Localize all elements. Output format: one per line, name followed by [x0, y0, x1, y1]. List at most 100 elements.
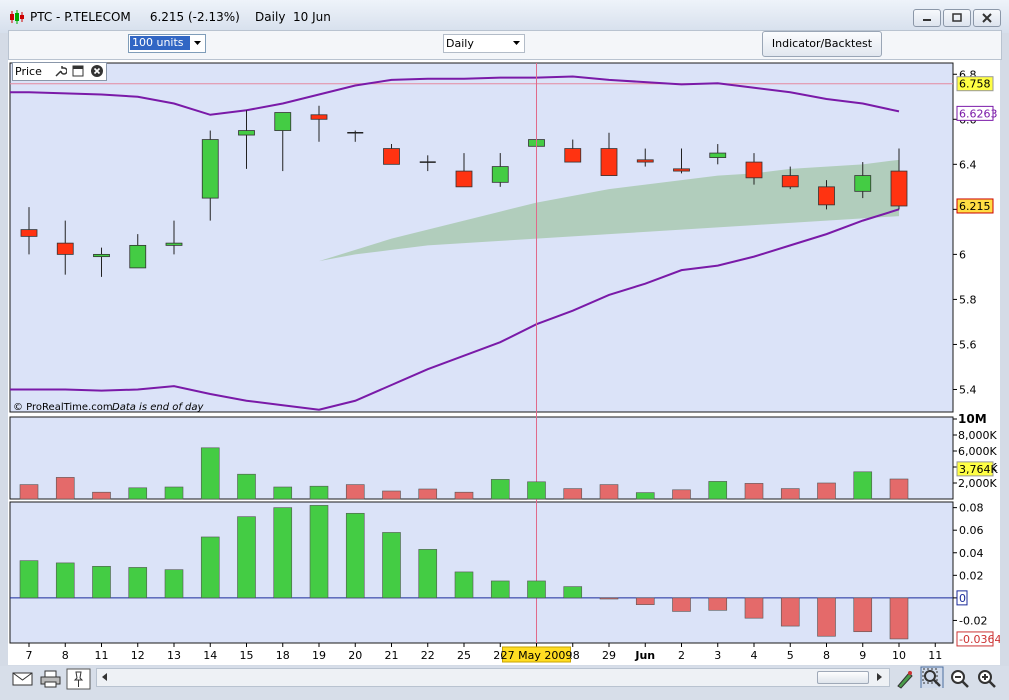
- candle-down: [310, 114, 328, 120]
- oscillator-bar: [672, 597, 691, 612]
- volume-bar: [635, 492, 655, 500]
- price-panel-label: Price: [15, 65, 42, 78]
- candle-up: [238, 130, 255, 136]
- candle-up: [854, 175, 872, 192]
- copyright-label: © ProRealTime.com: [13, 402, 113, 413]
- scroll-thumb[interactable]: [817, 671, 869, 684]
- osc-tick-label: 0.02: [959, 569, 984, 582]
- price-badge-ma: 6.6263: [959, 107, 998, 120]
- volume-bar: [128, 487, 148, 500]
- units-select[interactable]: 100 units: [128, 34, 206, 53]
- volume-bar: [55, 477, 75, 500]
- oscillator-bar: [635, 597, 655, 605]
- candle-down: [600, 148, 618, 176]
- price-tick-label: 5.8: [959, 293, 977, 306]
- oscillator-bar: [563, 586, 583, 599]
- maximize-button[interactable]: [943, 9, 971, 27]
- oscillator-bar: [128, 567, 148, 599]
- wrench-icon[interactable]: [53, 64, 67, 78]
- candle-down: [56, 242, 74, 255]
- candle-down: [781, 175, 799, 188]
- chart-area[interactable]: 6.86.66.46.265.85.65.46.7586.62636.21510…: [8, 60, 1000, 665]
- volume-tick-label: 2,000K: [958, 477, 997, 490]
- close-window-button[interactable]: [973, 9, 1001, 27]
- price-panel-tab[interactable]: Price: [12, 62, 107, 81]
- volume-bar: [780, 488, 800, 500]
- oscillator-bar: [200, 536, 220, 599]
- period-select[interactable]: Daily: [443, 34, 525, 53]
- x-tick-label: 8: [62, 649, 69, 662]
- oscillator-bar: [418, 549, 438, 599]
- cursor-date-label: 27 May 2009: [501, 649, 573, 662]
- oscillator-bar: [780, 597, 800, 627]
- close-icon[interactable]: [90, 64, 104, 78]
- chart-canvas[interactable]: 6.86.66.46.265.85.65.46.7586.62636.21510…: [8, 60, 1000, 665]
- oscillator-bar: [309, 505, 329, 599]
- zoom-select-icon[interactable]: [920, 666, 946, 688]
- candle-down: [383, 148, 400, 165]
- minimize-icon: [923, 19, 931, 21]
- minimize-button[interactable]: [913, 9, 941, 27]
- chevron-down-icon: [513, 41, 520, 45]
- volume-bar: [817, 482, 836, 500]
- draw-icon[interactable]: [894, 668, 920, 690]
- volume-bar: [273, 486, 293, 500]
- volume-tick-label: 10M: [958, 412, 987, 426]
- volume-badge-last: 3,764K: [959, 463, 998, 476]
- units-value: 100 units: [130, 36, 190, 50]
- volume-bar: [744, 483, 764, 500]
- time-scrollbar[interactable]: [96, 668, 890, 687]
- candle-down: [564, 148, 582, 163]
- oscillator-bar: [55, 562, 75, 599]
- x-tick-label: 10: [892, 649, 906, 662]
- chevron-down-icon: [194, 41, 201, 45]
- indicator-backtest-button[interactable]: Indicator/Backtest: [762, 31, 882, 57]
- x-tick-label: 21: [385, 649, 399, 662]
- x-tick-label: 7: [26, 649, 33, 662]
- oscillator-bar: [490, 580, 510, 599]
- pin-icon[interactable]: [66, 668, 92, 690]
- close-icon: [982, 13, 992, 23]
- candle-up: [93, 253, 110, 258]
- oscillator-bar: [527, 580, 546, 599]
- x-tick-label: 18: [276, 649, 290, 662]
- scroll-right-icon[interactable]: [873, 671, 885, 683]
- osc-tick-label: 0.08: [959, 502, 984, 515]
- oscillator-bar: [345, 512, 365, 599]
- candle-up: [274, 112, 292, 131]
- print-icon[interactable]: [38, 669, 64, 691]
- volume-bar: [708, 481, 728, 500]
- x-tick-label: 15: [240, 649, 254, 662]
- x-tick-label: 25: [457, 649, 471, 662]
- oscillator-bar: [237, 516, 256, 599]
- data-note-label: Data is end of day: [112, 402, 205, 413]
- candlestick-app-icon: [10, 10, 24, 24]
- oscillator-bar: [889, 597, 909, 640]
- window-icon[interactable]: [71, 64, 85, 78]
- mail-icon[interactable]: [10, 669, 36, 691]
- zoom-in-icon[interactable]: [976, 668, 1002, 690]
- price-tick-label: 6.4: [959, 158, 977, 171]
- candle-down: [636, 159, 654, 163]
- zoom-out-icon[interactable]: [949, 668, 975, 690]
- candle-up: [709, 152, 727, 158]
- candle-up: [491, 166, 509, 183]
- volume-bar: [237, 473, 256, 500]
- price-badge-last: 6.215: [959, 200, 991, 213]
- volume-tick-label: 6,000K: [958, 445, 997, 458]
- oscillator-bar: [454, 571, 474, 599]
- x-tick-label: 14: [203, 649, 217, 662]
- x-tick-label: 11: [95, 649, 109, 662]
- oscillator-bar: [599, 597, 619, 600]
- scroll-left-icon[interactable]: [99, 671, 111, 683]
- volume-bar: [382, 490, 401, 500]
- x-tick-label: 2: [678, 649, 685, 662]
- price-tick-label: 5.6: [959, 338, 977, 351]
- volume-bar: [490, 479, 510, 500]
- x-tick-label: 13: [167, 649, 181, 662]
- volume-bar: [889, 478, 909, 500]
- volume-bar: [200, 447, 220, 500]
- x-tick-label: 19: [312, 649, 326, 662]
- x-tick-label: 29: [602, 649, 616, 662]
- candle-down: [673, 168, 690, 172]
